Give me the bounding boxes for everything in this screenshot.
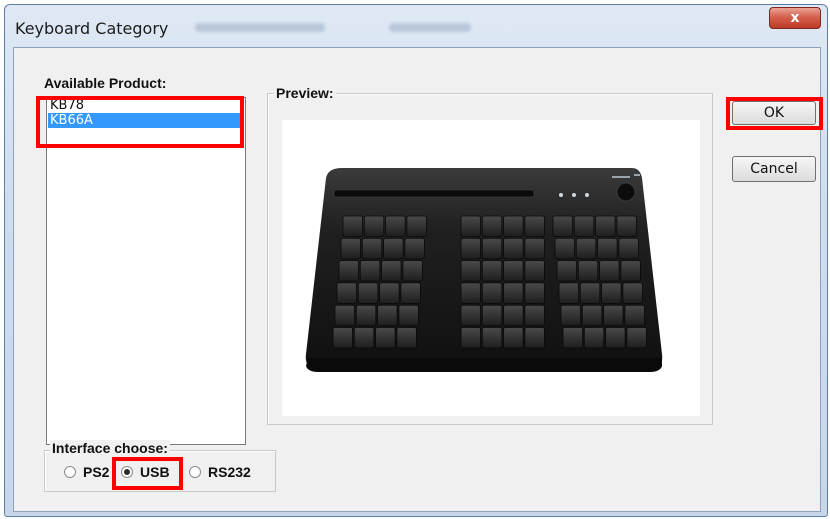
keyboard-key	[597, 237, 618, 260]
ok-button[interactable]: OK	[732, 101, 816, 125]
keyboard-key	[503, 237, 524, 260]
keyboard-key	[503, 260, 524, 282]
keyboard-key	[353, 327, 375, 349]
keyboard-key	[503, 304, 524, 327]
available-product-label: Available Product:	[44, 75, 167, 91]
keyboard-key	[618, 237, 639, 260]
keyboard-key	[406, 215, 427, 237]
keyboard-key	[460, 304, 481, 327]
keyboard-key	[336, 282, 357, 304]
keyboard-key	[481, 282, 503, 304]
keyboard-key	[363, 215, 385, 237]
keyboard-key	[332, 327, 353, 349]
keyboard-key	[503, 327, 524, 349]
keyboard-key	[404, 237, 425, 260]
keyboard-key	[460, 215, 481, 237]
keyboard-key	[595, 215, 616, 237]
keyboard-preview-image	[282, 120, 700, 416]
window-title: Keyboard Category	[15, 19, 169, 38]
keyboard-key	[460, 327, 481, 349]
keyboard-key	[481, 215, 503, 237]
keyboard-key	[524, 327, 545, 349]
title-bar[interactable]: Keyboard Category x	[5, 5, 827, 47]
keyboard-key	[340, 237, 361, 260]
keyboard-illustration	[305, 168, 663, 372]
keyboard-key	[460, 237, 481, 260]
keyboard-key	[603, 304, 624, 327]
close-icon: x	[790, 10, 800, 26]
keyboard-key	[524, 215, 545, 237]
keyboard-key	[355, 304, 377, 327]
keyboard-key	[558, 282, 579, 304]
keyboard-key	[359, 260, 381, 282]
keyboard-key	[334, 304, 355, 327]
title-redacted-text	[195, 23, 325, 32]
keyboard-key	[577, 260, 599, 282]
keyboard-key	[560, 304, 581, 327]
radio-label-rs232: RS232	[208, 464, 251, 480]
keyboard-key	[398, 304, 419, 327]
keyboard-key	[552, 215, 573, 237]
keyboard-key	[622, 282, 643, 304]
keyboard-key	[579, 282, 601, 304]
radio-button-ps2[interactable]	[64, 466, 76, 478]
keyboard-key	[342, 215, 363, 237]
keyboard-key	[385, 215, 406, 237]
keyboard-key	[503, 282, 524, 304]
keyboard-key	[583, 327, 605, 349]
keyboard-key	[379, 282, 400, 304]
keyboard-key	[375, 327, 396, 349]
keyboard-key	[383, 237, 404, 260]
product-listbox[interactable]: KB78 KB66A	[46, 97, 246, 445]
keyboard-key	[481, 260, 503, 282]
keyboard-key	[562, 327, 583, 349]
keyboard-key	[460, 260, 481, 282]
keyboard-key	[357, 282, 379, 304]
keyboard-key	[503, 215, 524, 237]
keyboard-key	[402, 260, 423, 282]
keyboard-key	[381, 260, 402, 282]
keyboard-key	[626, 327, 647, 349]
keyboard-key	[396, 327, 417, 349]
keyboard-key	[361, 237, 383, 260]
keyboard-key	[616, 215, 637, 237]
radio-label-ps2: PS2	[83, 464, 110, 480]
radio-button-rs232[interactable]	[189, 466, 201, 478]
keyboard-key	[481, 327, 503, 349]
highlight-box-usb	[112, 457, 183, 490]
dialog-window: Keyboard Category x Available Product: K…	[4, 4, 828, 517]
keyboard-key	[524, 237, 545, 260]
highlight-box-product	[36, 96, 244, 148]
close-button[interactable]: x	[769, 7, 821, 29]
keyboard-key	[400, 282, 421, 304]
keyboard-key	[481, 237, 503, 260]
keyboard-key	[524, 260, 545, 282]
keyboard-key	[620, 260, 641, 282]
keyboard-key	[524, 282, 545, 304]
keyboard-key	[581, 304, 603, 327]
keyboard-key	[599, 260, 620, 282]
interface-label: Interface choose:	[50, 440, 170, 456]
keyboard-key	[338, 260, 359, 282]
keyboard-key	[573, 215, 595, 237]
title-redacted-text	[389, 23, 471, 32]
keyboard-key	[460, 282, 481, 304]
keyboard-key	[481, 304, 503, 327]
dialog-client-area: Available Product: KB78 KB66A Preview: O…	[13, 47, 823, 512]
keyboard-key	[605, 327, 626, 349]
keyboard-key	[624, 304, 645, 327]
keyboard-key	[524, 304, 545, 327]
keyboard-key	[377, 304, 398, 327]
keyboard-key	[601, 282, 622, 304]
keyboard-key	[556, 260, 577, 282]
preview-label: Preview:	[274, 85, 336, 101]
radio-ps2[interactable]: PS2	[64, 464, 109, 480]
keyboard-key	[575, 237, 597, 260]
radio-rs232[interactable]: RS232	[189, 464, 251, 480]
keyboard-key	[554, 237, 575, 260]
cancel-button[interactable]: Cancel	[732, 156, 816, 182]
